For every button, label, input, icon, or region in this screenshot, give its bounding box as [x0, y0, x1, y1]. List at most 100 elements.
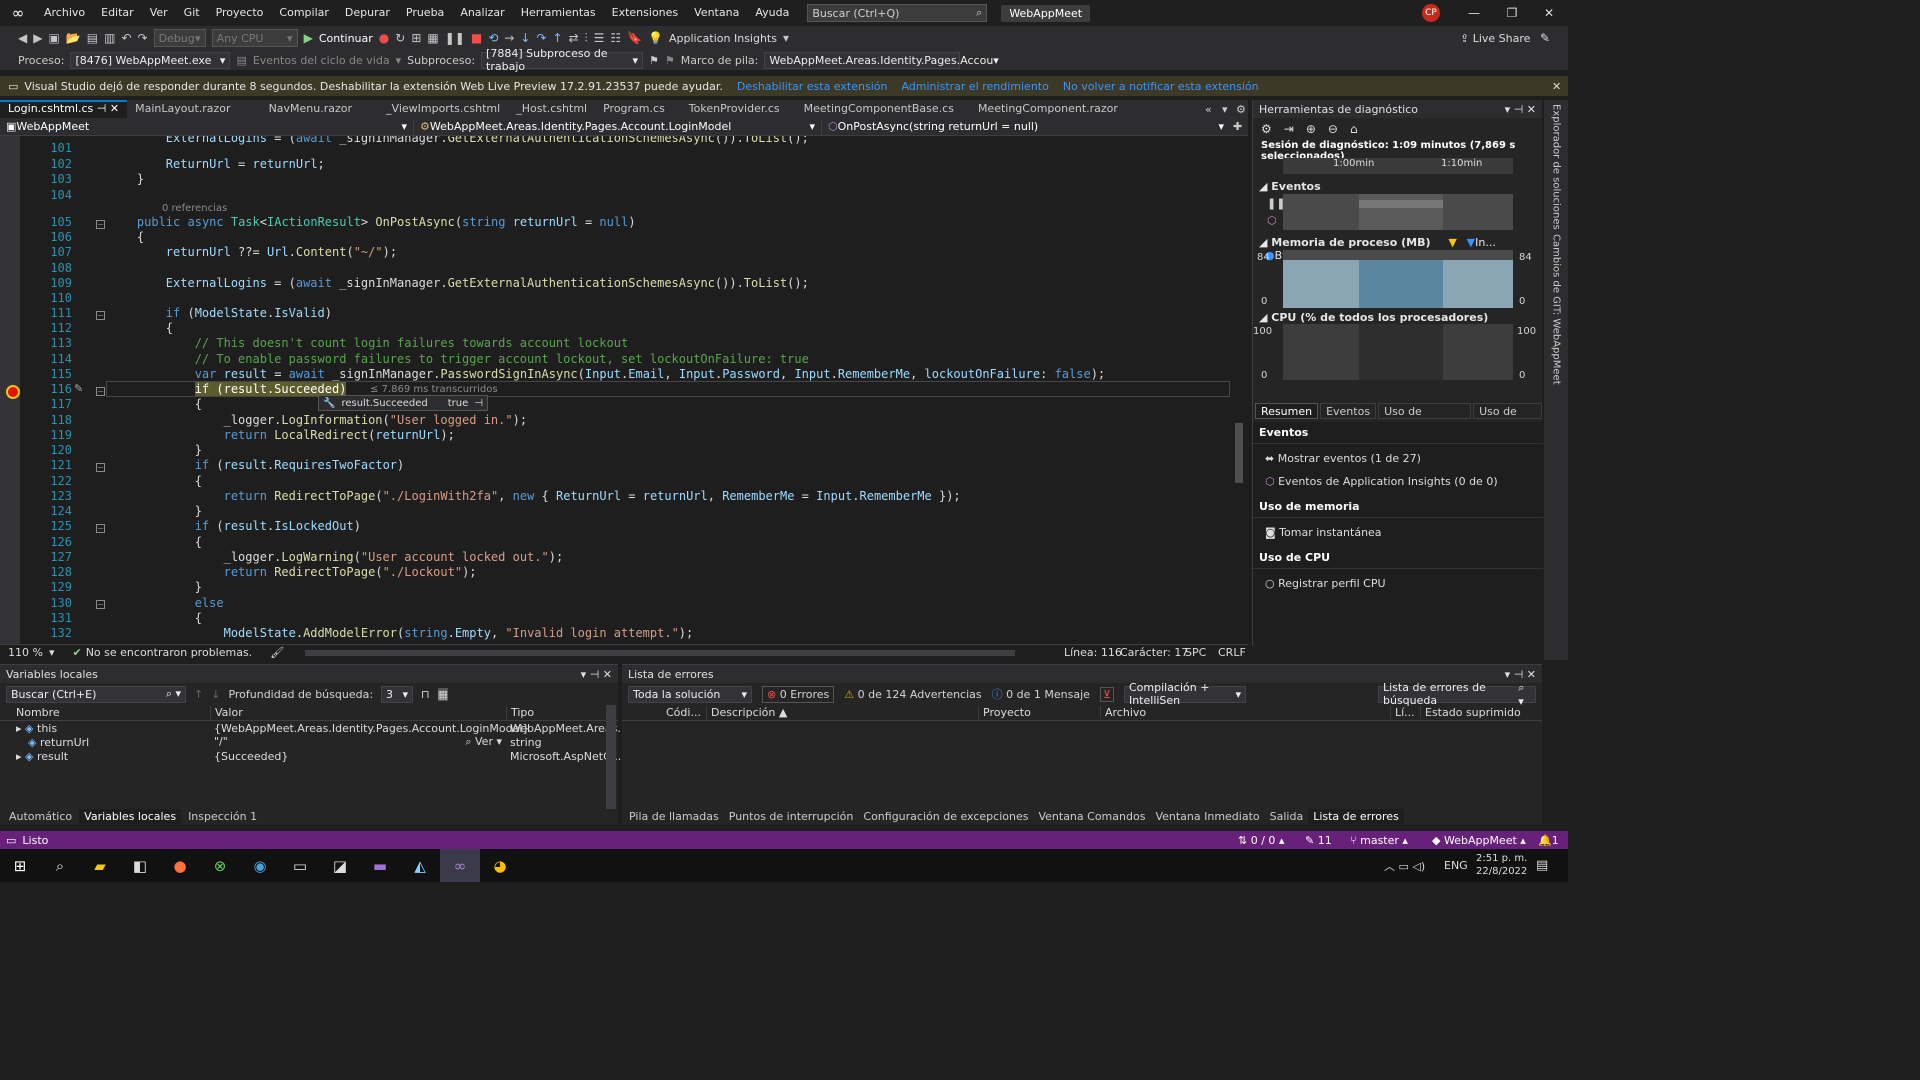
table-row[interactable]: ▸ ◈ this {WebAppMeet.Areas.Identity.Page…: [0, 721, 631, 735]
live-share-button[interactable]: ⇪ Live Share: [1460, 32, 1530, 45]
browser-link-icon[interactable]: ⊞: [411, 31, 421, 45]
xbox-icon[interactable]: ⊗: [200, 849, 240, 882]
tab-call-stack[interactable]: Pila de llamadas: [624, 809, 724, 825]
forward-icon[interactable]: ▶: [33, 31, 42, 45]
pause-icon[interactable]: ❚❚: [445, 31, 465, 45]
tab-breakpoints[interactable]: Puntos de interrupción: [724, 809, 859, 825]
step-out-icon[interactable]: ↑: [552, 31, 562, 45]
scroll-tabs-icon[interactable]: «: [1205, 103, 1212, 116]
datatip-pin-icon[interactable]: ⊣: [474, 398, 483, 409]
menu-git[interactable]: Git: [176, 0, 208, 26]
flag-icon[interactable]: ⚑: [649, 54, 659, 67]
panel-controls[interactable]: ▾ ⊣ ✕: [581, 668, 612, 681]
take-snapshot-button[interactable]: ◙ Tomar instantánea: [1253, 518, 1543, 547]
menu-archivo[interactable]: Archivo: [36, 0, 93, 26]
fold-icon[interactable]: −: [96, 311, 105, 320]
variable-value[interactable]: {Succeeded}: [210, 750, 506, 763]
tab-navmenu-razor[interactable]: NavMenu.razor: [261, 100, 360, 118]
column-name[interactable]: Nombre: [0, 706, 210, 719]
close-icon[interactable]: ✕: [1552, 80, 1561, 93]
terminal-icon[interactable]: ▭: [280, 849, 320, 882]
close-icon[interactable]: ✕: [1530, 0, 1568, 26]
menu-proyecto[interactable]: Proyecto: [208, 0, 272, 26]
app-icon[interactable]: ◪: [320, 849, 360, 882]
search-icon[interactable]: ⌕: [40, 849, 80, 882]
platform-dropdown[interactable]: Any CPU ▾: [211, 29, 298, 47]
class-dropdown[interactable]: ⚙ WebAppMeet.Areas.Identity.Pages.Accoun…: [414, 118, 822, 135]
fold-icon[interactable]: −: [96, 524, 105, 533]
menu-compilar[interactable]: Compilar: [271, 0, 336, 26]
process-dropdown[interactable]: [8476] WebAppMeet.exe ▾: [70, 51, 231, 69]
project-dropdown[interactable]: ▣ WebAppMeet ▾: [0, 118, 414, 135]
restart-debug-icon[interactable]: ⟲: [488, 31, 498, 45]
search-box[interactable]: Buscar (Ctrl+Q) ⌕: [807, 4, 988, 22]
tray-icons[interactable]: ︿ ▭ ◁): [1384, 858, 1425, 874]
expand-icon[interactable]: ▸: [16, 750, 25, 763]
visual-studio-icon[interactable]: ∞: [440, 849, 480, 882]
elapsed-time-perftip[interactable]: ≤ 7.869 ms transcurridos: [370, 384, 498, 395]
search-down-icon[interactable]: ↓: [211, 688, 220, 701]
tab-login-cshtml-cs[interactable]: Login.cshtml.cs ⊣ ✕: [0, 100, 128, 118]
references-codelens[interactable]: 0 referencias: [162, 203, 227, 214]
configuration-dropdown[interactable]: Debug ▾: [153, 29, 206, 47]
tab-exception-settings[interactable]: Configuración de excepciones: [858, 809, 1033, 825]
code-cleanup-icon[interactable]: 🖌: [270, 646, 284, 659]
problems-status[interactable]: No se encontraron problemas.: [86, 646, 252, 659]
menu-extensiones[interactable]: Extensiones: [604, 0, 687, 26]
line-indicator[interactable]: Línea: 116: [1064, 646, 1122, 659]
restart-icon[interactable]: ↻: [395, 31, 405, 45]
search-depth-dropdown[interactable]: 3 ▾: [381, 685, 414, 703]
warnings-filter-button[interactable]: ⚠ 0 de 124 Advertencias: [844, 688, 981, 701]
tab-immediate-window[interactable]: Ventana Inmediato: [1150, 809, 1264, 825]
events-timeline[interactable]: [1283, 194, 1513, 230]
application-insights-button[interactable]: Application Insights: [669, 32, 777, 45]
manage-performance-link[interactable]: Administrar el rendimiento: [901, 80, 1048, 93]
cpu-header[interactable]: ◢ CPU (% de todos los procesadores): [1253, 311, 1488, 324]
table-row[interactable]: ▸ ◈ result {Succeeded} Microsoft.AspNetC…: [0, 749, 621, 763]
tab-resumen[interactable]: Resumen: [1255, 403, 1319, 419]
chevron-down-icon[interactable]: ▾: [49, 646, 55, 659]
table-row[interactable]: ◈ returnUrl "/" ⌕ Ver ▾ string: [0, 735, 618, 749]
fold-icon[interactable]: −: [96, 220, 105, 229]
tab-automatico[interactable]: Automático: [4, 809, 77, 825]
tab-tokenprovider-cs[interactable]: TokenProvider.cs: [681, 100, 788, 118]
edit-icon[interactable]: ✎: [74, 382, 83, 395]
timeline-ruler[interactable]: 1:00min 1:10min: [1283, 158, 1513, 174]
panel-controls[interactable]: ▾ ⊣ ✕: [1505, 103, 1536, 116]
datatip[interactable]: 🔧 result.Succeeded true ⊣: [318, 395, 489, 411]
bookmark-icon[interactable]: 🔖: [627, 31, 642, 45]
menu-prueba[interactable]: Prueba: [398, 0, 452, 26]
step-over-icon[interactable]: ↷: [536, 31, 546, 45]
lightbulb-icon[interactable]: 💡: [648, 31, 663, 45]
messages-filter-button[interactable]: ⓘ 0 de 1 Mensaje: [992, 686, 1090, 702]
solution-explorer-tab[interactable]: Explorador de soluciones: [1551, 104, 1562, 230]
memory-chart[interactable]: [1283, 250, 1513, 308]
events-header[interactable]: ◢ Eventos: [1253, 180, 1321, 193]
file-explorer-icon[interactable]: ▰: [80, 849, 120, 882]
menu-editar[interactable]: Editar: [93, 0, 142, 26]
visualizer-button[interactable]: ⌕ Ver ▾: [465, 735, 502, 749]
gear-icon[interactable]: ⚙: [1236, 103, 1246, 116]
tab-list-icon[interactable]: ▾: [1222, 103, 1228, 116]
reset-view-icon[interactable]: ⌂: [1350, 122, 1358, 136]
tab-meetingcomponent-razor[interactable]: MeetingComponent.razor: [970, 100, 1126, 118]
notifications[interactable]: 🔔1: [1538, 834, 1559, 847]
app-icon[interactable]: ▬: [360, 849, 400, 882]
app-icon[interactable]: ◭: [400, 849, 440, 882]
repo-selector[interactable]: ◆ WebAppMeet ▴: [1432, 834, 1526, 847]
notification-center-icon[interactable]: ▤: [1536, 858, 1548, 873]
new-project-icon[interactable]: ▣: [48, 31, 59, 45]
scroll-thumb[interactable]: [1235, 423, 1243, 483]
tab-host-cshtml[interactable]: _Host.cshtml: [508, 100, 595, 118]
threads-icon[interactable]: ⫶: [585, 31, 588, 46]
locals-scrollbar[interactable]: [606, 705, 616, 809]
zoom-level[interactable]: 110 %: [8, 646, 43, 659]
split-icon[interactable]: ✚: [1233, 120, 1242, 133]
restore-icon[interactable]: ❐: [1493, 0, 1531, 26]
output-icon[interactable]: ▭: [6, 834, 16, 847]
fold-icon[interactable]: −: [96, 387, 105, 396]
code-editor[interactable]: 101 102 103 104 105 106 107 108 109 110 111 112 113 1…: [0, 136, 1248, 644]
undo-icon[interactable]: ↶: [121, 31, 131, 45]
uncomment-icon[interactable]: ☷: [610, 31, 621, 45]
error-search-input[interactable]: Lista de errores de búsqueda ⌕ ▾: [1378, 681, 1536, 708]
